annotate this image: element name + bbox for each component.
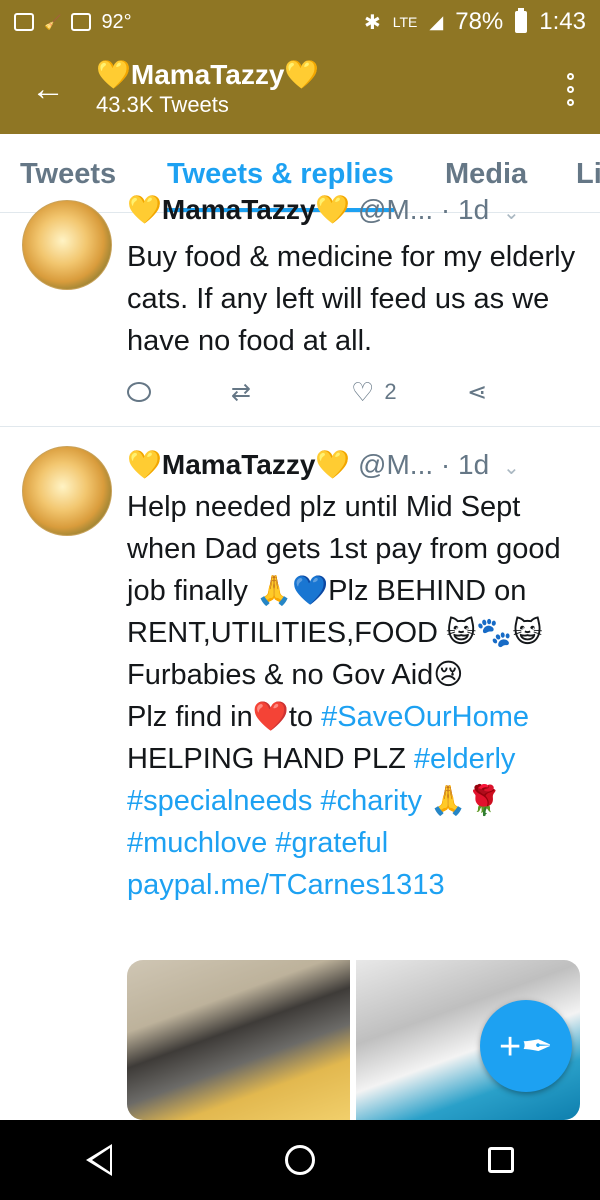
tweet-text-part: Plz find in❤️to bbox=[127, 701, 322, 733]
system-nav-bar bbox=[0, 1120, 600, 1200]
tweet-time: · 1d bbox=[440, 194, 490, 225]
paypal-link[interactable]: paypal.me/TCarnes1313 bbox=[127, 869, 445, 901]
chevron-down-icon[interactable]: ⌄ bbox=[503, 202, 520, 224]
like-count: 2 bbox=[384, 379, 397, 404]
reply-button[interactable] bbox=[127, 382, 231, 402]
status-bar: 🧹 92° ✱ LTE ◢ 78% 1:43 bbox=[0, 0, 600, 44]
back-button[interactable]: ← bbox=[0, 72, 96, 106]
tweet-author-name[interactable]: 💛MamaTazzy💛 bbox=[127, 194, 350, 225]
nav-recents-button[interactable] bbox=[487, 1147, 514, 1173]
hashtag-link[interactable]: #charity bbox=[320, 785, 422, 817]
clock: 1:43 bbox=[539, 8, 586, 35]
battery-percent: 78% bbox=[455, 8, 504, 35]
tweet-author-name[interactable]: 💛MamaTazzy💛 bbox=[127, 449, 350, 480]
overflow-menu-button[interactable] bbox=[540, 72, 600, 106]
arrow-left-icon: ← bbox=[31, 70, 65, 108]
temperature: 92° bbox=[101, 10, 132, 33]
avatar[interactable] bbox=[22, 446, 112, 536]
signal-icon: ◢ bbox=[429, 11, 444, 32]
share-icon: ⋖ bbox=[467, 378, 488, 406]
menu-dot bbox=[566, 85, 574, 93]
tweet-text-part: 🙏🌹 bbox=[422, 785, 503, 817]
nav-back-button[interactable] bbox=[86, 1144, 113, 1176]
compose-tweet-icon: +✒ bbox=[498, 1025, 554, 1068]
profile-header: ← 💛MamaTazzy💛 43.3K Tweets bbox=[0, 44, 600, 134]
menu-dot bbox=[566, 98, 574, 106]
more-vertical-icon bbox=[566, 72, 574, 80]
tweet-time: · 1d bbox=[440, 449, 490, 480]
hashtag-link[interactable]: #grateful bbox=[275, 827, 388, 859]
tweet-image-cats[interactable] bbox=[127, 960, 350, 1120]
avatar[interactable] bbox=[22, 200, 112, 290]
hashtag-link[interactable]: #specialneeds bbox=[127, 785, 312, 817]
tweet-text-part: HELPING HAND PLZ bbox=[127, 743, 414, 775]
message-icon bbox=[14, 13, 34, 31]
profile-name: 💛MamaTazzy💛 bbox=[96, 58, 320, 90]
reply-icon bbox=[127, 382, 151, 402]
retweet-icon: ⇄ bbox=[231, 378, 252, 406]
tab-likes[interactable]: Li bbox=[576, 134, 600, 212]
hashtag-link[interactable]: #SaveOurHome bbox=[321, 701, 529, 733]
image-icon bbox=[71, 13, 92, 31]
tweet-header: 💛MamaTazzy💛 @M... · 1d ⌄ bbox=[127, 448, 520, 485]
hashtag-link[interactable]: #elderly bbox=[414, 743, 516, 775]
share-button[interactable]: ⋖ bbox=[467, 378, 487, 407]
divider bbox=[0, 426, 600, 427]
cleaner-icon: 🧹 bbox=[44, 13, 62, 30]
tweet-handle: @M... bbox=[358, 449, 434, 480]
nav-home-button[interactable] bbox=[284, 1145, 315, 1175]
tweet-header: 💛MamaTazzy💛 @M... · 1d ⌄ bbox=[127, 194, 520, 226]
compose-tweet-button[interactable]: +✒ bbox=[480, 1000, 572, 1092]
bluetooth-icon: ✱ bbox=[363, 11, 381, 34]
tweet-handle: @M... bbox=[358, 194, 434, 225]
network-label: LTE bbox=[392, 14, 418, 30]
battery-icon bbox=[515, 8, 528, 33]
tweet-text-part: Help needed plz until Mid Sept when Dad … bbox=[127, 491, 569, 691]
heart-icon: ♡ bbox=[351, 376, 375, 407]
tweet-actions: ⇄ ♡ 2 ⋖ bbox=[127, 372, 527, 412]
tweet-text: Buy food & medicine for my elderly cats.… bbox=[127, 241, 584, 357]
tweet-text: Help needed plz until Mid Sept when Dad … bbox=[127, 486, 582, 906]
hashtag-link[interactable]: #muchlove bbox=[127, 827, 267, 859]
chevron-down-icon[interactable]: ⌄ bbox=[503, 457, 520, 479]
tweet-count: 43.3K Tweets bbox=[96, 92, 229, 118]
retweet-button[interactable]: ⇄ bbox=[231, 378, 351, 407]
like-button[interactable]: ♡ 2 bbox=[351, 377, 467, 408]
